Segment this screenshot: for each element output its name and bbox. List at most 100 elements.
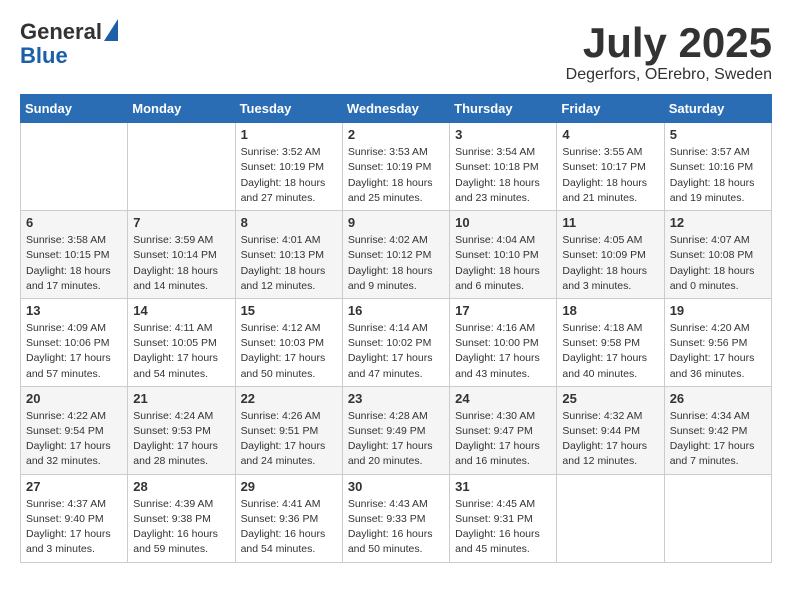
- logo-blue: Blue: [20, 44, 68, 68]
- logo-general: General: [20, 20, 102, 44]
- calendar-cell: 5 Sunrise: 3:57 AMSunset: 10:16 PMDayligh…: [664, 123, 771, 211]
- day-info: Sunrise: 4:34 AMSunset: 9:42 PMDaylight:…: [670, 409, 766, 470]
- calendar-cell: 3 Sunrise: 3:54 AMSunset: 10:18 PMDayligh…: [450, 123, 557, 211]
- location: Degerfors, OErebro, Sweden: [566, 66, 772, 84]
- day-number: 22: [241, 391, 337, 406]
- day-info: Sunrise: 4:26 AMSunset: 9:51 PMDaylight:…: [241, 409, 337, 470]
- day-number: 27: [26, 479, 122, 494]
- day-number: 14: [133, 303, 229, 318]
- day-number: 3: [455, 127, 551, 142]
- calendar-cell: 30 Sunrise: 4:43 AMSunset: 9:33 PMDayligh…: [342, 474, 449, 562]
- calendar-cell: 21Sunrise: 4:24 AMSunset: 9:53 PMDayligh…: [128, 386, 235, 474]
- calendar-cell: 18 Sunrise: 4:18 AMSunset: 9:58 PMDayligh…: [557, 298, 664, 386]
- header-wednesday: Wednesday: [342, 95, 449, 123]
- calendar-cell: 1 Sunrise: 3:52 AMSunset: 10:19 PMDayligh…: [235, 123, 342, 211]
- day-info: Sunrise: 4:01 AMSunset: 10:13 PMDaylight…: [241, 233, 337, 294]
- day-info: Sunrise: 4:28 AMSunset: 9:49 PMDaylight:…: [348, 409, 444, 470]
- day-info: Sunrise: 3:55 AMSunset: 10:17 PMDaylight…: [562, 145, 658, 206]
- calendar-cell: 26 Sunrise: 4:34 AMSunset: 9:42 PMDayligh…: [664, 386, 771, 474]
- day-number: 12: [670, 215, 766, 230]
- day-number: 17: [455, 303, 551, 318]
- calendar-cell: 12 Sunrise: 4:07 AMSunset: 10:08 PMDaylig…: [664, 211, 771, 299]
- day-info: Sunrise: 4:41 AMSunset: 9:36 PMDaylight:…: [241, 497, 337, 558]
- day-info: Sunrise: 3:52 AMSunset: 10:19 PMDaylight…: [241, 145, 337, 206]
- day-info: Sunrise: 4:20 AMSunset: 9:56 PMDaylight:…: [670, 321, 766, 382]
- day-number: 28: [133, 479, 229, 494]
- calendar-cell: 22 Sunrise: 4:26 AMSunset: 9:51 PMDayligh…: [235, 386, 342, 474]
- day-info: Sunrise: 3:58 AMSunset: 10:15 PMDaylight…: [26, 233, 122, 294]
- day-info: Sunrise: 4:11 AMSunset: 10:05 PMDaylight…: [133, 321, 229, 382]
- day-number: 11: [562, 215, 658, 230]
- calendar-cell: 7Sunrise: 3:59 AMSunset: 10:14 PMDayligh…: [128, 211, 235, 299]
- header-thursday: Thursday: [450, 95, 557, 123]
- day-number: 31: [455, 479, 551, 494]
- day-number: 13: [26, 303, 122, 318]
- calendar-cell: 13 Sunrise: 4:09 AMSunset: 10:06 PMDaylig…: [21, 298, 128, 386]
- day-info: Sunrise: 4:24 AMSunset: 9:53 PMDaylight:…: [133, 409, 229, 470]
- day-number: 8: [241, 215, 337, 230]
- title-area: July 2025 Degerfors, OErebro, Sweden: [566, 20, 772, 84]
- day-info: Sunrise: 3:54 AMSunset: 10:18 PMDaylight…: [455, 145, 551, 206]
- calendar-cell: 4Sunrise: 3:55 AMSunset: 10:17 PMDayligh…: [557, 123, 664, 211]
- day-info: Sunrise: 3:53 AMSunset: 10:19 PMDaylight…: [348, 145, 444, 206]
- header-tuesday: Tuesday: [235, 95, 342, 123]
- day-info: Sunrise: 4:32 AMSunset: 9:44 PMDaylight:…: [562, 409, 658, 470]
- logo: General Blue: [20, 20, 118, 68]
- header-saturday: Saturday: [664, 95, 771, 123]
- calendar-cell: 20Sunrise: 4:22 AMSunset: 9:54 PMDayligh…: [21, 386, 128, 474]
- day-number: 10: [455, 215, 551, 230]
- calendar-cell: 6 Sunrise: 3:58 AMSunset: 10:15 PMDayligh…: [21, 211, 128, 299]
- day-info: Sunrise: 3:57 AMSunset: 10:16 PMDaylight…: [670, 145, 766, 206]
- day-info: Sunrise: 4:37 AMSunset: 9:40 PMDaylight:…: [26, 497, 122, 558]
- calendar-cell: 15Sunrise: 4:12 AMSunset: 10:03 PMDaylig…: [235, 298, 342, 386]
- day-number: 25: [562, 391, 658, 406]
- day-info: Sunrise: 4:39 AMSunset: 9:38 PMDaylight:…: [133, 497, 229, 558]
- day-number: 24: [455, 391, 551, 406]
- day-number: 16: [348, 303, 444, 318]
- day-info: Sunrise: 4:18 AMSunset: 9:58 PMDaylight:…: [562, 321, 658, 382]
- calendar-week-row: 6 Sunrise: 3:58 AMSunset: 10:15 PMDayligh…: [21, 211, 772, 299]
- header-sunday: Sunday: [21, 95, 128, 123]
- calendar-cell: 17 Sunrise: 4:16 AMSunset: 10:00 PMDaylig…: [450, 298, 557, 386]
- day-number: 18: [562, 303, 658, 318]
- day-number: 6: [26, 215, 122, 230]
- day-number: 30: [348, 479, 444, 494]
- calendar-cell: 19 Sunrise: 4:20 AMSunset: 9:56 PMDayligh…: [664, 298, 771, 386]
- day-info: Sunrise: 3:59 AMSunset: 10:14 PMDaylight…: [133, 233, 229, 294]
- day-info: Sunrise: 4:14 AMSunset: 10:02 PMDaylight…: [348, 321, 444, 382]
- calendar-cell: 31 Sunrise: 4:45 AMSunset: 9:31 PMDayligh…: [450, 474, 557, 562]
- calendar-cell: 27 Sunrise: 4:37 AMSunset: 9:40 PMDayligh…: [21, 474, 128, 562]
- calendar-cell: 16 Sunrise: 4:14 AMSunset: 10:02 PMDaylig…: [342, 298, 449, 386]
- calendar-cell: 9Sunrise: 4:02 AMSunset: 10:12 PMDayligh…: [342, 211, 449, 299]
- calendar-cell: 2 Sunrise: 3:53 AMSunset: 10:19 PMDayligh…: [342, 123, 449, 211]
- day-number: 1: [241, 127, 337, 142]
- calendar-cell: 23 Sunrise: 4:28 AMSunset: 9:49 PMDayligh…: [342, 386, 449, 474]
- calendar-cell: 14 Sunrise: 4:11 AMSunset: 10:05 PMDaylig…: [128, 298, 235, 386]
- day-number: 26: [670, 391, 766, 406]
- day-number: 2: [348, 127, 444, 142]
- day-info: Sunrise: 4:12 AMSunset: 10:03 PMDaylight…: [241, 321, 337, 382]
- day-number: 29: [241, 479, 337, 494]
- day-info: Sunrise: 4:30 AMSunset: 9:47 PMDaylight:…: [455, 409, 551, 470]
- calendar-week-row: 27 Sunrise: 4:37 AMSunset: 9:40 PMDayligh…: [21, 474, 772, 562]
- day-info: Sunrise: 4:04 AMSunset: 10:10 PMDaylight…: [455, 233, 551, 294]
- day-number: 20: [26, 391, 122, 406]
- day-info: Sunrise: 4:45 AMSunset: 9:31 PMDaylight:…: [455, 497, 551, 558]
- day-number: 19: [670, 303, 766, 318]
- day-info: Sunrise: 4:43 AMSunset: 9:33 PMDaylight:…: [348, 497, 444, 558]
- calendar-cell: [557, 474, 664, 562]
- day-number: 5: [670, 127, 766, 142]
- day-info: Sunrise: 4:07 AMSunset: 10:08 PMDaylight…: [670, 233, 766, 294]
- day-info: Sunrise: 4:16 AMSunset: 10:00 PMDaylight…: [455, 321, 551, 382]
- month-title: July 2025: [566, 20, 772, 66]
- calendar-cell: 8 Sunrise: 4:01 AMSunset: 10:13 PMDayligh…: [235, 211, 342, 299]
- calendar-cell: 28 Sunrise: 4:39 AMSunset: 9:38 PMDayligh…: [128, 474, 235, 562]
- page-header: General Blue July 2025 Degerfors, OErebr…: [20, 20, 772, 84]
- calendar-cell: [664, 474, 771, 562]
- logo-triangle-icon: [104, 19, 118, 41]
- day-info: Sunrise: 4:09 AMSunset: 10:06 PMDaylight…: [26, 321, 122, 382]
- calendar-week-row: 1 Sunrise: 3:52 AMSunset: 10:19 PMDayligh…: [21, 123, 772, 211]
- calendar-table: SundayMondayTuesdayWednesdayThursdayFrid…: [20, 94, 772, 562]
- day-number: 23: [348, 391, 444, 406]
- calendar-cell: 25 Sunrise: 4:32 AMSunset: 9:44 PMDayligh…: [557, 386, 664, 474]
